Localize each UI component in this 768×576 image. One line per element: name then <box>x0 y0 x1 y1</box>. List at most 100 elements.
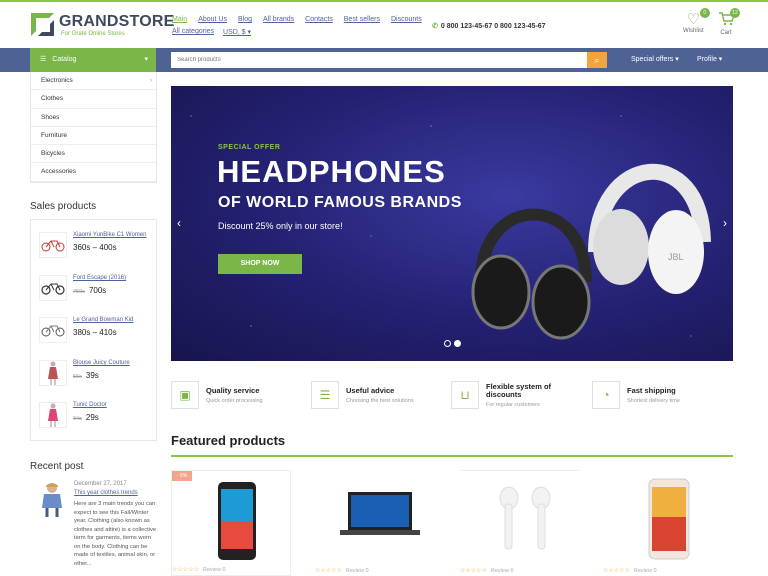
sale-item-name[interactable]: Tunic Doctor <box>73 402 107 408</box>
logo[interactable]: GRANDSTORE For Grate Online Stores <box>31 13 175 37</box>
divider <box>171 455 733 457</box>
dress-image <box>39 360 67 386</box>
sale-item-name[interactable]: Ford Escape (2016) <box>73 275 126 281</box>
catalog-label: Catalog <box>52 56 77 63</box>
profile-label: Profile <box>697 56 717 63</box>
feature-subtitle: Shortest delivery time <box>627 398 680 404</box>
sale-item[interactable]: Le Grand Bowman Kid 380s – 410s <box>39 317 154 347</box>
recent-post-title: Recent post <box>30 461 84 472</box>
category-label: Accessories <box>41 168 77 176</box>
category-menu: Electronics › Clothes Shoes Furniture Bic… <box>30 72 157 183</box>
feature-subtitle: For regular customers <box>486 402 540 408</box>
sale-item-name[interactable]: Blouse Juicy Couture <box>73 360 130 366</box>
svg-text:JBL: JBL <box>668 252 684 262</box>
banner-subtitle: OF WORLD FAMOUS BRANDS <box>218 194 462 211</box>
nav-main[interactable]: Main <box>172 16 187 23</box>
review-count: Review 0 <box>202 567 226 573</box>
search-button[interactable]: ⌕ <box>587 52 607 68</box>
carousel-dot-active[interactable] <box>454 340 461 347</box>
category-electronics[interactable]: Electronics › <box>31 72 156 91</box>
sale-item[interactable]: Xiaomi YunBike C1 Women 360s – 400s <box>39 232 154 262</box>
profile-dropdown[interactable]: Profile ▾ <box>697 48 722 72</box>
sale-item[interactable]: Ford Escape (2016) 750s 700s <box>39 275 154 305</box>
nav-discounts[interactable]: Discounts <box>391 16 422 23</box>
logo-name: GRANDSTORE <box>59 13 175 30</box>
sale-item-price-value: 29s <box>85 413 99 422</box>
logo-tagline: For Grate Online Stores <box>61 31 125 37</box>
phone-icon: ✆ <box>432 23 438 30</box>
product-card[interactable]: ☆☆☆☆☆ Review 0 <box>460 470 580 576</box>
sale-item-price: 360s – 400s <box>73 243 117 252</box>
search-icon: ⌕ <box>594 55 600 65</box>
sale-item[interactable]: Tunic Doctor 34s 29s <box>39 402 154 432</box>
category-shoes[interactable]: Shoes <box>31 109 156 127</box>
category-furniture[interactable]: Furniture <box>31 127 156 146</box>
shop-now-button[interactable]: SHOP NOW <box>218 254 302 274</box>
earbuds-image <box>499 486 551 550</box>
headphones-image: JBL <box>471 164 711 340</box>
cart-label: Cart <box>720 30 732 36</box>
feature-useful-advice: ☰ Useful advice Choosing the best soluti… <box>311 381 451 413</box>
sale-item-name[interactable]: Xiaomi YunBike C1 Women <box>73 232 146 238</box>
catalog-button[interactable]: ☰ Catalog ▾ <box>30 48 156 72</box>
feature-discounts: ⊔ Flexible system of discounts For regul… <box>451 381 591 413</box>
feature-title: Quality service <box>206 386 260 395</box>
logo-icon <box>31 13 54 36</box>
product-card[interactable]: ☆☆☆☆☆ Review 0 <box>603 470 723 576</box>
category-label: Shoes <box>41 113 60 121</box>
chevron-down-icon: ▾ <box>247 29 252 36</box>
top-nav: Main About Us Blog All brands Contacts B… <box>172 16 433 23</box>
cart-button[interactable]: 12 Cart <box>718 8 740 36</box>
search-input[interactable] <box>171 52 587 68</box>
main-navbar: ☰ Catalog ▾ ⌕ Special offers ▾ Profile ▾ <box>0 48 768 72</box>
featured-title: Featured products <box>171 433 286 448</box>
category-bicycles[interactable]: Bicycles <box>31 145 156 164</box>
sale-item-old-price: 56s <box>73 374 82 380</box>
banner-title: HEADPHONES <box>217 154 446 189</box>
category-clothes[interactable]: Clothes <box>31 90 156 109</box>
nav-about-us[interactable]: About Us <box>198 16 227 23</box>
nav-all-categories[interactable]: All categories <box>172 28 214 36</box>
laptop-image <box>340 492 420 535</box>
carousel-dot[interactable] <box>444 340 451 347</box>
sale-item[interactable]: Blouse Juicy Couture 56s 39s <box>39 360 154 390</box>
nav-blog[interactable]: Blog <box>238 16 252 23</box>
chevron-down-icon: ▾ <box>675 56 679 63</box>
currency-label: USD, $ <box>223 29 246 36</box>
sale-item-price-value: 360s – 400s <box>73 243 117 252</box>
post-excerpt-text: Here are 3 main trends you can expect to… <box>74 501 157 567</box>
dress-image <box>39 402 67 428</box>
wishlist-button[interactable]: ♡ 0 Wishlist <box>683 8 710 34</box>
phone-numbers: ✆ 0 800 123-45-67 0 800 123-45-67 <box>432 22 546 30</box>
category-label: Furniture <box>41 131 68 139</box>
post-link[interactable]: This year clothes trends <box>74 490 138 496</box>
category-label: Clothes <box>41 95 64 103</box>
nav-best-sellers[interactable]: Best sellers <box>344 16 380 23</box>
sale-item-name[interactable]: Le Grand Bowman Kid <box>73 317 133 323</box>
chevron-right-icon[interactable]: › <box>723 216 727 230</box>
chevron-left-icon[interactable]: ‹ <box>177 216 181 230</box>
nav-all-brands[interactable]: All brands <box>263 16 294 23</box>
nav-contacts[interactable]: Contacts <box>305 16 333 23</box>
sale-item-price: 34s 29s <box>73 413 99 422</box>
product-card[interactable]: ☆☆☆☆☆ Review 0 <box>315 470 435 576</box>
phone-text: 0 800 123-45-67 0 800 123-45-67 <box>440 23 546 30</box>
header: GRANDSTORE For Grate Online Stores Main … <box>0 0 768 48</box>
sales-title: Sales products <box>30 201 97 212</box>
feature-title: Fast shipping <box>627 386 676 395</box>
feature-subtitle: Quick order processing <box>206 398 263 404</box>
category-label: Bicycles <box>41 150 65 158</box>
bicycle-image <box>39 317 67 343</box>
category-accessories[interactable]: Accessories <box>31 163 156 182</box>
phone-image <box>218 482 256 560</box>
product-card[interactable]: - 5% ☆☆☆☆☆ Review 0 <box>171 470 291 576</box>
hero-banner[interactable]: SPECIAL OFFER HEADPHONES OF WORLD FAMOUS… <box>171 86 733 361</box>
wishlist-label: Wishlist <box>683 28 704 34</box>
feature-title: Flexible system of discounts <box>486 382 552 399</box>
review-count: Review 0 <box>490 568 514 574</box>
sale-item-price-value: 380s – 410s <box>73 328 117 337</box>
special-offers-dropdown[interactable]: Special offers ▾ <box>631 48 679 72</box>
feature-quality-service: ▣ Quality service Quick order processing <box>171 381 311 413</box>
currency-selector[interactable]: USD, $ ▾ <box>223 28 251 36</box>
speedometer-icon: ◔ <box>592 381 620 409</box>
